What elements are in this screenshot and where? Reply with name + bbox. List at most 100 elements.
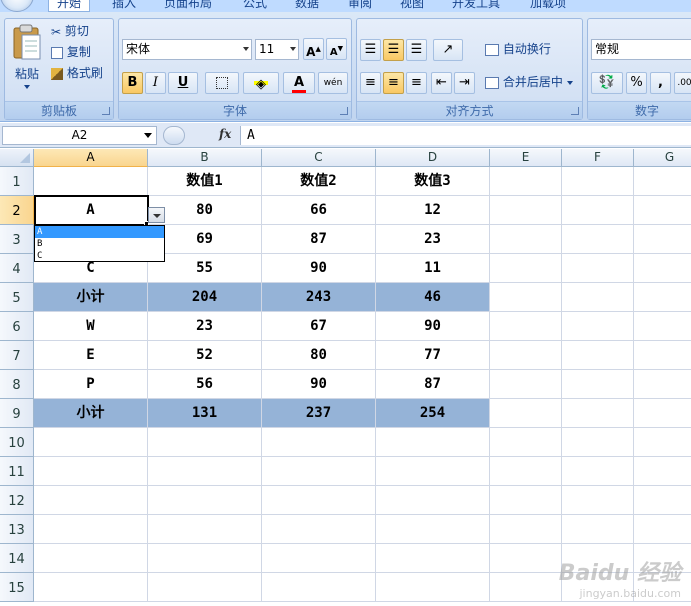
row-header[interactable]: 6 <box>0 312 34 341</box>
formula-cancel-button[interactable] <box>163 126 185 145</box>
cell-a6[interactable]: W <box>34 312 148 341</box>
cell-e9[interactable] <box>490 399 562 428</box>
cell-a15[interactable] <box>34 573 148 602</box>
cell-b8[interactable]: 56 <box>148 370 262 399</box>
formula-input[interactable]: A <box>240 126 691 145</box>
cell-f8[interactable] <box>562 370 634 399</box>
shrink-font-button[interactable]: A▼ <box>326 38 347 60</box>
cell-d11[interactable] <box>376 457 490 486</box>
increase-decimal-button[interactable]: .00 <box>674 72 691 94</box>
align-middle-button[interactable]: ☰ <box>383 39 404 61</box>
cell-c4[interactable]: 90 <box>262 254 376 283</box>
cell-f4[interactable] <box>562 254 634 283</box>
tab-addins[interactable]: 加载项 <box>530 0 566 12</box>
align-top-button[interactable]: ☰ <box>360 39 381 61</box>
cell-c7[interactable]: 80 <box>262 341 376 370</box>
row-header[interactable]: 10 <box>0 428 34 457</box>
align-right-button[interactable]: ≡ <box>406 72 427 94</box>
italic-button[interactable]: I <box>145 72 166 94</box>
wrap-text-button[interactable]: 自动换行 <box>485 39 551 59</box>
cell-c10[interactable] <box>262 428 376 457</box>
tab-data[interactable]: 数据 <box>295 0 319 12</box>
cell-a7[interactable]: E <box>34 341 148 370</box>
cell-c13[interactable] <box>262 515 376 544</box>
cell-g5[interactable] <box>634 283 691 312</box>
align-center-button[interactable]: ≡ <box>383 72 404 94</box>
cell-d12[interactable] <box>376 486 490 515</box>
font-color-button[interactable]: A <box>283 72 315 94</box>
cell-a12[interactable] <box>34 486 148 515</box>
cell-e10[interactable] <box>490 428 562 457</box>
row-header[interactable]: 15 <box>0 573 34 602</box>
cell-c15[interactable] <box>262 573 376 602</box>
comma-style-button[interactable]: , <box>650 72 671 94</box>
cell-a14[interactable] <box>34 544 148 573</box>
percent-button[interactable]: % <box>626 72 647 94</box>
cell-c8[interactable]: 90 <box>262 370 376 399</box>
accounting-format-button[interactable]: 💱 <box>591 72 623 94</box>
cell-d9[interactable]: 254 <box>376 399 490 428</box>
cell-c5[interactable]: 243 <box>262 283 376 312</box>
cell-f10[interactable] <box>562 428 634 457</box>
cell-b3[interactable]: 69 <box>148 225 262 254</box>
cell-b4[interactable]: 55 <box>148 254 262 283</box>
dropdown-option[interactable]: C <box>35 250 164 262</box>
cell-f3[interactable] <box>562 225 634 254</box>
cell-b7[interactable]: 52 <box>148 341 262 370</box>
cell-e13[interactable] <box>490 515 562 544</box>
cell-e12[interactable] <box>490 486 562 515</box>
format-painter-button[interactable]: 格式刷 <box>51 63 103 83</box>
tab-developer[interactable]: 开发工具 <box>452 0 500 12</box>
cell-e1[interactable] <box>490 167 562 196</box>
cell-e4[interactable] <box>490 254 562 283</box>
tab-insert[interactable]: 插入 <box>112 0 136 12</box>
merge-center-button[interactable]: 合并后居中 <box>485 72 573 92</box>
cell-d5[interactable]: 46 <box>376 283 490 312</box>
cell-g3[interactable] <box>634 225 691 254</box>
column-header-f[interactable]: F <box>562 149 634 167</box>
cell-c14[interactable] <box>262 544 376 573</box>
select-all-button[interactable] <box>0 149 34 167</box>
align-left-button[interactable]: ≡ <box>360 72 381 94</box>
row-header[interactable]: 3 <box>0 225 34 254</box>
cell-b5[interactable]: 204 <box>148 283 262 312</box>
cell-d8[interactable]: 87 <box>376 370 490 399</box>
cell-f1[interactable] <box>562 167 634 196</box>
phonetic-button[interactable]: wén <box>318 72 348 94</box>
font-name-select[interactable]: 宋体 <box>122 39 252 60</box>
cell-e7[interactable] <box>490 341 562 370</box>
cell-f9[interactable] <box>562 399 634 428</box>
cell-a8[interactable]: P <box>34 370 148 399</box>
cell-e8[interactable] <box>490 370 562 399</box>
cell-e11[interactable] <box>490 457 562 486</box>
cell-b6[interactable]: 23 <box>148 312 262 341</box>
cell-e2[interactable] <box>490 196 562 225</box>
paste-button[interactable]: 粘贴 <box>9 21 45 95</box>
tab-formulas[interactable]: 公式 <box>243 0 267 12</box>
cut-button[interactable]: ✂ 剪切 <box>51 21 89 41</box>
font-size-select[interactable]: 11 <box>255 39 299 60</box>
cell-d2[interactable]: 12 <box>376 196 490 225</box>
cell-d6[interactable]: 90 <box>376 312 490 341</box>
cell-g10[interactable] <box>634 428 691 457</box>
cell-b9[interactable]: 131 <box>148 399 262 428</box>
cell-a10[interactable] <box>34 428 148 457</box>
cell-b10[interactable] <box>148 428 262 457</box>
cell-a11[interactable] <box>34 457 148 486</box>
column-header-b[interactable]: B <box>148 149 262 167</box>
cell-d4[interactable]: 11 <box>376 254 490 283</box>
cell-e14[interactable] <box>490 544 562 573</box>
cell-f7[interactable] <box>562 341 634 370</box>
cell-g12[interactable] <box>634 486 691 515</box>
column-header-c[interactable]: C <box>262 149 376 167</box>
name-box[interactable]: A2 <box>2 126 157 145</box>
cell-f13[interactable] <box>562 515 634 544</box>
tab-page-layout[interactable]: 页面布局 <box>164 0 212 12</box>
tab-view[interactable]: 视图 <box>400 0 424 12</box>
cell-f11[interactable] <box>562 457 634 486</box>
underline-button[interactable]: U <box>168 72 198 94</box>
cell-b11[interactable] <box>148 457 262 486</box>
column-header-g[interactable]: G <box>634 149 691 167</box>
column-header-d[interactable]: D <box>376 149 490 167</box>
dropdown-option[interactable]: A <box>35 226 164 238</box>
